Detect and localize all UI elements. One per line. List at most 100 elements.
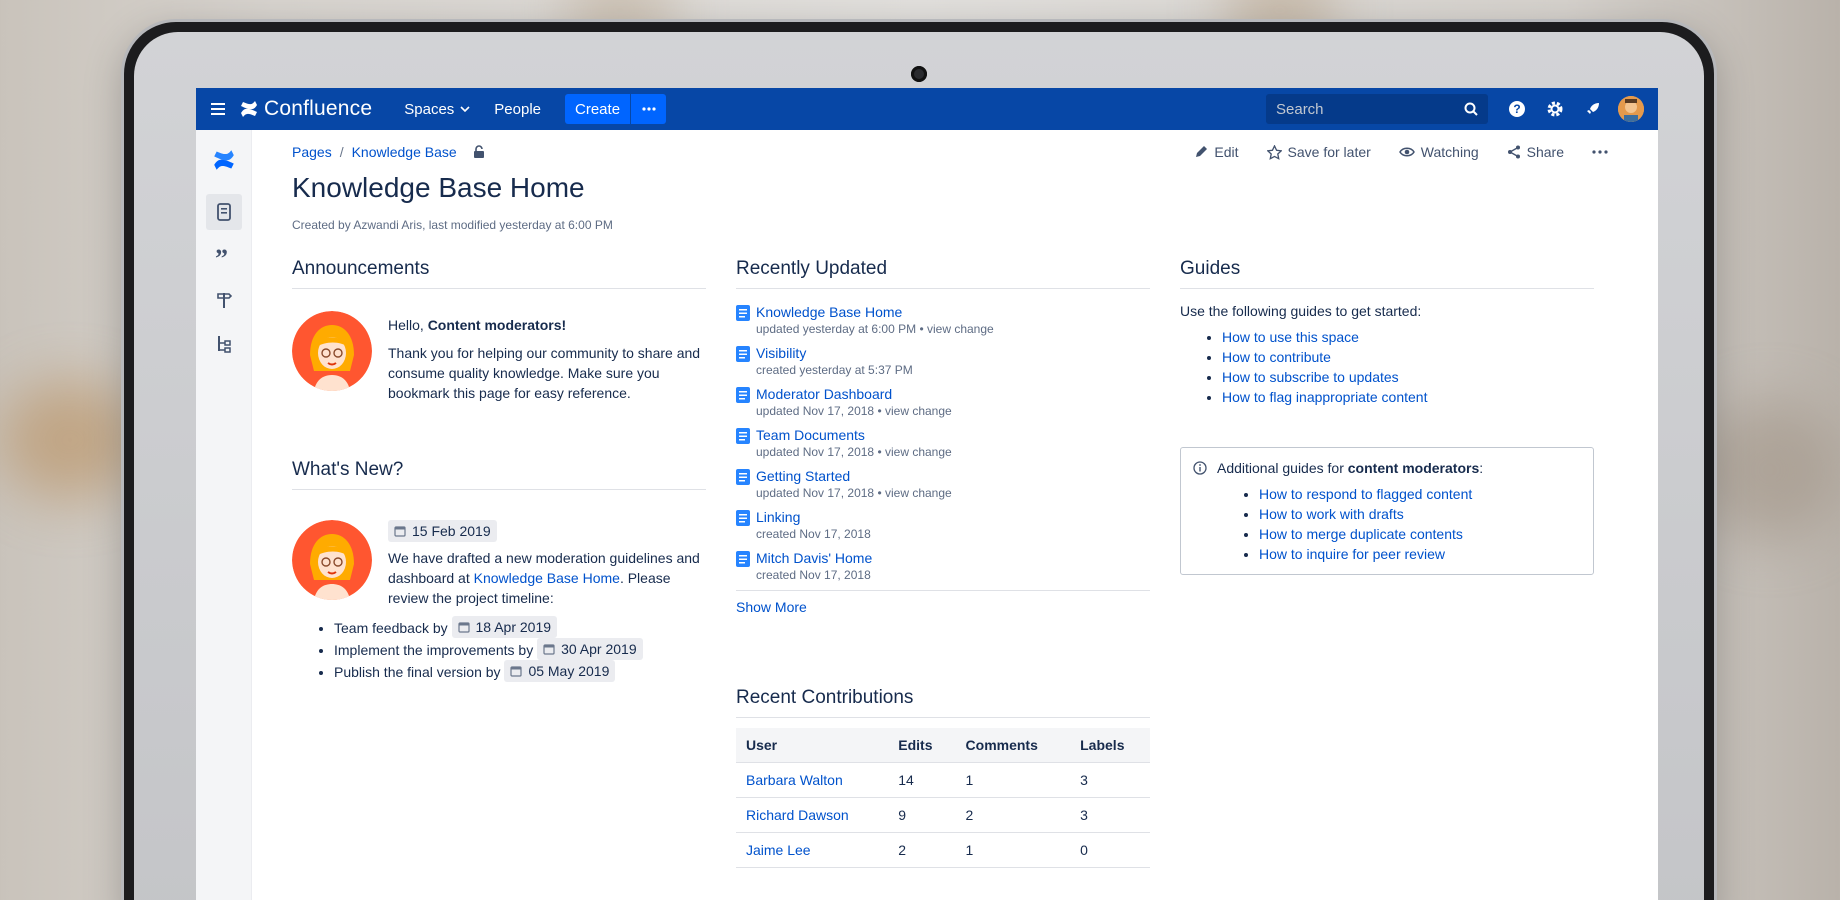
unlock-icon[interactable] xyxy=(473,145,485,159)
page-tree-icon[interactable] xyxy=(206,326,242,362)
settings-gear-icon[interactable] xyxy=(1536,88,1574,130)
user-avatar[interactable] xyxy=(1618,96,1644,122)
page-link[interactable]: Mitch Davis' Home xyxy=(756,549,872,567)
recently-updated-list: Knowledge Base Home updated yesterday at … xyxy=(736,303,1150,583)
confluence-logo[interactable]: Confluence xyxy=(240,97,372,121)
people-link[interactable]: People xyxy=(482,88,553,130)
page-link[interactable]: Team Documents xyxy=(756,426,952,444)
announcement-body: Thank you for helping our community to s… xyxy=(388,345,701,401)
table-cell: 3 xyxy=(1070,762,1150,798)
view-change-link[interactable]: view change xyxy=(885,445,952,459)
list-item: How to use this space xyxy=(1222,327,1594,347)
list-item: Moderator Dashboard updated Nov 17, 2018 … xyxy=(736,385,1150,419)
share-label: Share xyxy=(1526,144,1564,160)
more-actions-button[interactable] xyxy=(1592,150,1608,154)
list-item: Getting Started updated Nov 17, 2018 • vi… xyxy=(736,467,1150,501)
table-cell: 2 xyxy=(955,797,1071,833)
list-item: Team feedback by 18 Apr 2019 xyxy=(334,616,706,638)
table-cell: 2 xyxy=(888,832,956,868)
guide-link[interactable]: How to respond to flagged content xyxy=(1259,486,1472,502)
guide-link[interactable]: How to subscribe to updates xyxy=(1222,369,1399,385)
date-lozenge[interactable]: 05 May 2019 xyxy=(504,660,616,682)
menu-icon[interactable] xyxy=(196,88,240,130)
page-link[interactable]: Getting Started xyxy=(756,467,952,485)
update-info: updated yesterday at 6:00 PM xyxy=(756,322,917,336)
create-more-button[interactable] xyxy=(630,94,667,124)
edit-button[interactable]: Edit xyxy=(1194,144,1239,160)
update-info: updated Nov 17, 2018 xyxy=(756,486,875,500)
page-meta: updated Nov 17, 2018 • view change xyxy=(756,486,952,500)
pages-icon[interactable] xyxy=(205,194,242,230)
search-input[interactable]: Search xyxy=(1266,94,1488,124)
share-icon xyxy=(1507,145,1520,159)
page-link[interactable]: Moderator Dashboard xyxy=(756,385,952,403)
page-link[interactable]: Linking xyxy=(756,508,871,526)
page-link[interactable]: Visibility xyxy=(756,344,913,362)
more-icon xyxy=(641,107,656,111)
share-button[interactable]: Share xyxy=(1507,144,1564,160)
guide-link[interactable]: How to work with drafts xyxy=(1259,506,1404,522)
moderator-avatar xyxy=(292,520,372,600)
guide-link[interactable]: How to inquire for peer review xyxy=(1259,546,1445,562)
save-label: Save for later xyxy=(1287,144,1371,160)
view-change-link[interactable]: view change xyxy=(885,486,952,500)
page-meta: updated Nov 17, 2018 • view change xyxy=(756,404,952,418)
update-info: created Nov 17, 2018 xyxy=(756,527,871,541)
view-change-link[interactable]: view change xyxy=(885,404,952,418)
help-icon[interactable]: ? xyxy=(1498,88,1536,130)
info-panel: Additional guides for content moderators… xyxy=(1180,447,1594,575)
page-icon xyxy=(736,510,750,526)
list-item: Implement the improvements by 30 Apr 201… xyxy=(334,638,706,660)
knowledge-base-home-link[interactable]: Knowledge Base Home xyxy=(474,570,620,586)
user-link[interactable]: Jaime Lee xyxy=(736,832,889,868)
list-item: How to work with drafts xyxy=(1259,504,1581,524)
table-header: Comments xyxy=(955,728,1071,763)
space-logo-icon[interactable] xyxy=(206,142,242,178)
date-value: 15 Feb 2019 xyxy=(412,523,491,539)
table-cell: 1 xyxy=(955,762,1071,798)
table-cell: 0 xyxy=(1070,832,1150,868)
show-more-link[interactable]: Show More xyxy=(736,590,1150,615)
watching-button[interactable]: Watching xyxy=(1398,144,1479,160)
guide-link[interactable]: How to merge duplicate contents xyxy=(1259,526,1463,542)
date-lozenge[interactable]: 18 Apr 2019 xyxy=(451,616,558,638)
signpost-icon[interactable] xyxy=(206,282,242,318)
whats-new-entry: 15 Feb 2019 We have drafted a new modera… xyxy=(292,520,706,616)
list-item: How to merge duplicate contents xyxy=(1259,524,1581,544)
view-change-link[interactable]: view change xyxy=(927,322,994,336)
panel-guides-list: How to respond to flagged content How to … xyxy=(1259,484,1581,564)
timeline-label: Publish the final version by xyxy=(334,664,501,680)
page-icon xyxy=(736,551,750,567)
table-header: User xyxy=(736,728,889,763)
quote-icon[interactable]: ” xyxy=(206,238,242,274)
panel-bold: content moderators xyxy=(1347,460,1480,476)
list-item: How to inquire for peer review xyxy=(1259,544,1581,564)
list-item: Knowledge Base Home updated yesterday at … xyxy=(736,303,1150,337)
app-window: Confluence Spaces People Create Search ? xyxy=(196,88,1658,900)
page-icon xyxy=(736,305,750,321)
user-link[interactable]: Barbara Walton xyxy=(736,762,889,798)
list-item: Linking created Nov 17, 2018 xyxy=(736,508,1150,542)
people-label: People xyxy=(494,100,542,118)
notifications-rocket-icon[interactable] xyxy=(1574,88,1612,130)
create-button[interactable]: Create xyxy=(565,94,631,124)
spaces-menu[interactable]: Spaces xyxy=(392,88,482,130)
list-item: How to flag inappropriate content xyxy=(1222,387,1594,407)
guide-link[interactable]: How to flag inappropriate content xyxy=(1222,389,1427,405)
guide-link[interactable]: How to use this space xyxy=(1222,329,1359,345)
background-blur xyxy=(0,380,140,500)
page-meta: updated Nov 17, 2018 • view change xyxy=(756,445,952,459)
user-link[interactable]: Richard Dawson xyxy=(736,797,889,833)
calendar-icon xyxy=(457,622,470,633)
guide-link[interactable]: How to contribute xyxy=(1222,349,1331,365)
timeline-list: Team feedback by 18 Apr 2019 Implement t… xyxy=(334,616,706,682)
breadcrumb-knowledge-base[interactable]: Knowledge Base xyxy=(352,144,457,160)
whats-new-heading: What's New? xyxy=(292,459,706,490)
timeline-label: Team feedback by xyxy=(334,620,448,636)
breadcrumb-pages[interactable]: Pages xyxy=(292,144,332,160)
page-link[interactable]: Knowledge Base Home xyxy=(756,303,994,321)
save-for-later-button[interactable]: Save for later xyxy=(1266,144,1371,160)
panel-suffix: : xyxy=(1479,460,1484,476)
date-lozenge[interactable]: 15 Feb 2019 xyxy=(388,520,497,542)
date-lozenge[interactable]: 30 Apr 2019 xyxy=(537,638,643,660)
